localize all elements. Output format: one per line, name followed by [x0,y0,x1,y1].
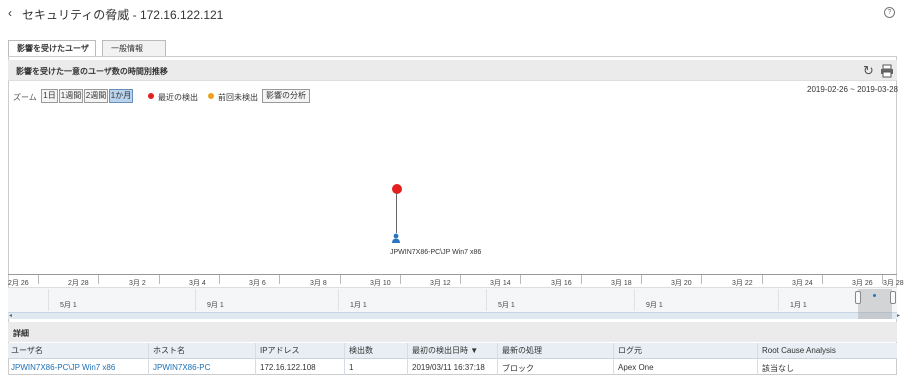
timeline-overview[interactable] [8,287,897,314]
cell-count: 1 [349,363,354,372]
overview-tick-label: 5月 1 [60,302,77,309]
date-range: 2019-02-26 ~ 2019-03-28 [807,85,898,94]
tab-general-info[interactable]: 一般情報 [102,40,166,56]
axis-tick [520,275,521,284]
node-connector [396,193,397,233]
cell-host-link[interactable]: JPWIN7X86-PC [153,363,210,372]
user-icon[interactable] [391,233,401,243]
legend-recent-detection: 最近の検出 [158,93,198,102]
axis-tick [641,275,642,284]
timeline-axis [8,274,897,275]
col-header-rca[interactable]: Root Cause Analysis [762,345,836,359]
cell-first-detected: 2019/03/11 16:37:18 [412,363,485,372]
details-title: 詳細 [13,329,29,338]
col-header-first-detected[interactable]: 最初の検出日時 ▼ [412,345,478,359]
zoom-label: ズーム [13,93,37,102]
axis-tick [340,275,341,284]
overview-tick-label: 9月 1 [646,302,663,309]
range-handle-left[interactable] [855,291,861,304]
col-header-user[interactable]: ユーザ名 [11,345,43,359]
col-header-log-source[interactable]: ログ元 [618,345,642,359]
chart-section-title: 影響を受けた一意のユーザ数の時間別推移 [16,67,168,76]
column-divider [497,343,498,375]
print-icon[interactable] [880,64,894,78]
column-divider [757,343,758,375]
column-divider [407,343,408,375]
recent-detection-legend-icon [148,93,154,99]
cell-log-source: Apex One [618,363,654,372]
axis-tick [822,275,823,284]
column-divider [613,343,614,375]
page-title: セキュリティの脅威 - 172.16.122.121 [22,8,224,22]
not-detected-legend-icon [208,93,214,99]
cell-latest-action: ブロック [502,364,534,373]
col-header-latest-action[interactable]: 最新の処理 [502,345,542,359]
axis-tick [219,275,220,284]
timeline-scrollbar[interactable] [8,312,897,319]
legend-not-detected: 前回未検出 [218,93,258,102]
overview-tick-label: 9月 1 [207,302,224,309]
overview-tick-label: 5月 1 [498,302,515,309]
axis-tick [581,275,582,284]
scroll-right-icon[interactable]: ▸ [897,312,900,319]
axis-tick [400,275,401,284]
details-header [8,322,897,342]
scroll-left-icon[interactable]: ◂ [9,312,12,319]
col-header-count[interactable]: 検出数 [349,345,373,359]
zoom-1-month-button[interactable]: 1か月 [109,89,133,103]
cell-rca: 該当なし [762,364,794,373]
overview-tick-label: 1月 1 [790,302,807,309]
back-icon[interactable]: ‹ [8,6,12,20]
zoom-2-week-button[interactable]: 2週間 [84,89,108,103]
overview-tick [48,289,49,311]
axis-tick [279,275,280,284]
tab-affected-users[interactable]: 影響を受けたユーザ [8,40,96,57]
column-divider [255,343,256,375]
axis-tick [38,275,39,284]
zoom-1-day-button[interactable]: 1日 [41,89,58,103]
col-header-host[interactable]: ホスト名 [153,345,185,359]
overview-tick [486,289,487,311]
overview-tick [338,289,339,311]
axis-tick [701,275,702,284]
zoom-1-week-button[interactable]: 1週間 [59,89,83,103]
axis-tick [98,275,99,284]
overview-tick-label: 1月 1 [350,302,367,309]
help-circle-icon[interactable]: ? [884,7,895,18]
timeline-host-label: JPWIN7X86-PC\JP Win7 x86 [390,249,482,256]
column-divider [148,343,149,375]
overview-detection-marker [873,294,876,297]
overview-tick [778,289,779,311]
axis-tick [460,275,461,284]
axis-tick [762,275,763,284]
cell-user-link[interactable]: JPWIN7X86-PC\JP Win7 x86 [11,363,115,372]
range-handle-right[interactable] [890,291,896,304]
axis-tick [159,275,160,284]
col-header-ip[interactable]: IPアドレス [260,345,300,359]
detection-node[interactable] [392,184,402,194]
overview-tick [634,289,635,311]
cell-ip: 172.16.122.108 [260,363,316,372]
column-divider [344,343,345,375]
refresh-icon[interactable]: ↻ [863,63,874,79]
impact-analysis-button[interactable]: 影響の分析 [262,89,310,103]
overview-tick [195,289,196,311]
